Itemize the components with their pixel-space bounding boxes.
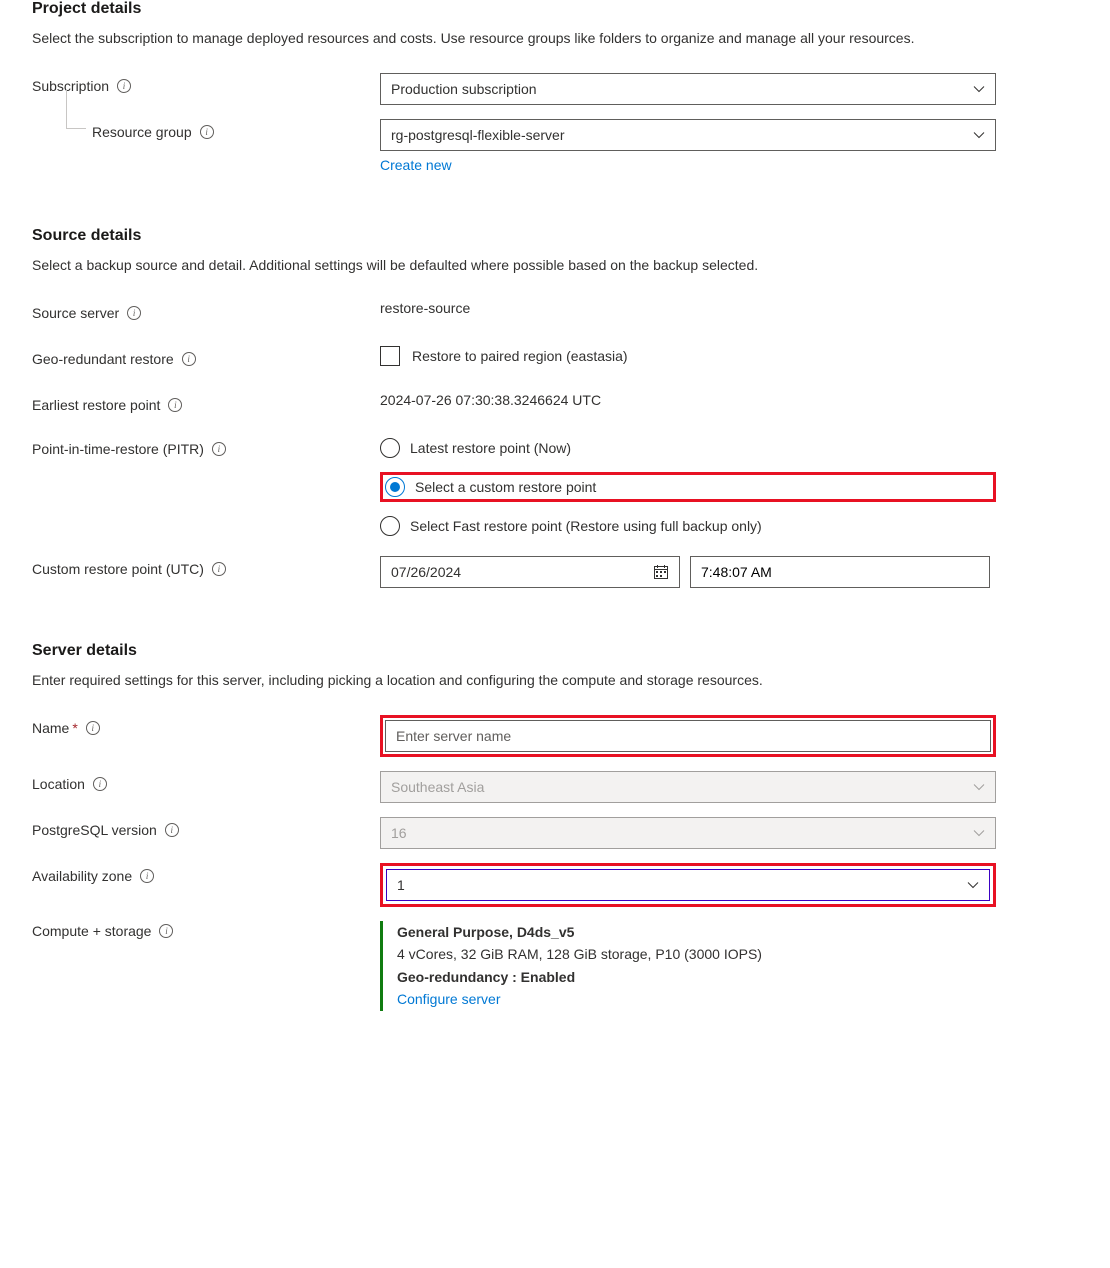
info-icon[interactable]: i: [168, 398, 182, 412]
availability-zone-label: Availability zone i: [32, 863, 380, 884]
source-details-heading: Source details: [32, 227, 1078, 245]
pitr-label: Point-in-time-restore (PITR) i: [32, 438, 380, 457]
pitr-radio-latest[interactable]: Latest restore point (Now): [380, 438, 996, 458]
configure-server-link[interactable]: Configure server: [397, 991, 501, 1007]
chevron-down-icon: [973, 827, 985, 839]
info-icon[interactable]: i: [86, 721, 100, 735]
info-icon[interactable]: i: [93, 777, 107, 791]
create-new-link[interactable]: Create new: [380, 157, 452, 173]
project-details-section: Project details Select the subscription …: [32, 0, 1078, 173]
pitr-radio-fast[interactable]: Select Fast restore point (Restore using…: [380, 516, 996, 536]
pitr-radio-group: Latest restore point (Now) Select a cust…: [380, 438, 996, 536]
subscription-dropdown[interactable]: Production subscription: [380, 73, 996, 105]
source-server-value: restore-source: [380, 300, 470, 316]
compute-storage-label: Compute + storage i: [32, 921, 380, 939]
radio-icon: [380, 438, 400, 458]
compute-specs: 4 vCores, 32 GiB RAM, 128 GiB storage, P…: [397, 943, 996, 965]
postgresql-version-dropdown: 16: [380, 817, 996, 849]
highlight-marker: [380, 715, 996, 757]
info-icon[interactable]: i: [159, 924, 173, 938]
info-icon[interactable]: i: [182, 352, 196, 366]
name-label: Name* i: [32, 715, 380, 736]
chevron-down-icon: [967, 879, 979, 891]
geo-restore-checkbox-label: Restore to paired region (eastasia): [412, 348, 628, 364]
custom-restore-date-input[interactable]: 07/26/2024: [380, 556, 680, 588]
calendar-icon: [653, 564, 669, 580]
availability-zone-dropdown[interactable]: 1: [386, 869, 990, 901]
compute-tier: General Purpose, D4ds_v5: [397, 921, 996, 943]
server-details-section: Server details Enter required settings f…: [32, 642, 1078, 1011]
earliest-restore-point-value: 2024-07-26 07:30:38.3246624 UTC: [380, 392, 601, 408]
info-icon[interactable]: i: [212, 442, 226, 456]
compute-storage-summary: General Purpose, D4ds_v5 4 vCores, 32 Gi…: [380, 921, 996, 1011]
info-icon[interactable]: i: [200, 125, 214, 139]
server-details-heading: Server details: [32, 642, 1078, 660]
geo-restore-checkbox[interactable]: [380, 346, 400, 366]
source-details-section: Source details Select a backup source an…: [32, 227, 1078, 588]
tree-connector: [66, 89, 86, 129]
resource-group-dropdown[interactable]: rg-postgresql-flexible-server: [380, 119, 996, 151]
chevron-down-icon: [973, 83, 985, 95]
radio-icon: [385, 477, 405, 497]
info-icon[interactable]: i: [127, 306, 141, 320]
postgresql-version-label: PostgreSQL version i: [32, 817, 380, 838]
source-details-description: Select a backup source and detail. Addit…: [32, 255, 972, 276]
project-details-heading: Project details: [32, 0, 1078, 18]
custom-restore-point-label: Custom restore point (UTC) i: [32, 556, 380, 577]
location-dropdown: Southeast Asia: [380, 771, 996, 803]
server-name-input[interactable]: [385, 720, 991, 752]
info-icon[interactable]: i: [165, 823, 179, 837]
info-icon[interactable]: i: [117, 79, 131, 93]
project-details-description: Select the subscription to manage deploy…: [32, 28, 972, 49]
info-icon[interactable]: i: [212, 562, 226, 576]
chevron-down-icon: [973, 781, 985, 793]
highlight-marker: 1: [380, 863, 996, 907]
geo-redundancy-status: Geo-redundancy : Enabled: [397, 966, 996, 988]
info-icon[interactable]: i: [140, 869, 154, 883]
radio-icon: [380, 516, 400, 536]
custom-restore-time-input[interactable]: [690, 556, 990, 588]
earliest-restore-point-label: Earliest restore point i: [32, 392, 380, 413]
highlight-marker: Select a custom restore point: [380, 472, 996, 502]
server-details-description: Enter required settings for this server,…: [32, 670, 972, 691]
location-label: Location i: [32, 771, 380, 792]
resource-group-label: Resource group i: [32, 119, 380, 140]
geo-redundant-restore-label: Geo-redundant restore i: [32, 346, 380, 367]
source-server-label: Source server i: [32, 300, 380, 321]
pitr-radio-custom[interactable]: Select a custom restore point: [385, 477, 991, 497]
chevron-down-icon: [973, 129, 985, 141]
